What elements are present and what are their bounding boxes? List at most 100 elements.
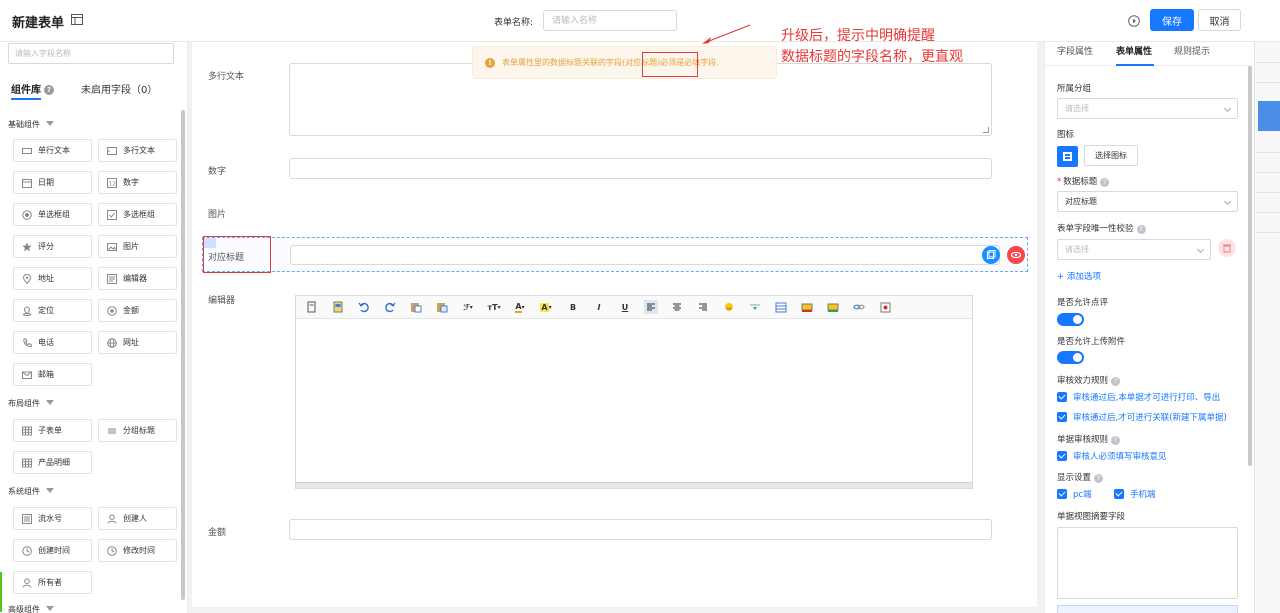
checkbox-checked-icon[interactable]	[1114, 489, 1124, 499]
component-product-detail[interactable]: 产品明细	[13, 451, 92, 474]
save-button[interactable]: 保存	[1150, 9, 1194, 31]
underline-icon[interactable]: U	[618, 300, 632, 314]
component-owner[interactable]: 所有者	[13, 571, 92, 594]
group-basic-title[interactable]: 基础组件	[8, 119, 54, 130]
component-location[interactable]: 定位	[13, 299, 92, 322]
cancel-button[interactable]: 取消	[1198, 9, 1241, 31]
checkbox-checked-icon[interactable]	[1057, 451, 1067, 461]
annotation-line-1: 升级后，提示中明确提醒	[781, 28, 935, 44]
component-single-line-text[interactable]: 单行文本	[13, 139, 92, 162]
preview-play-icon[interactable]	[1128, 15, 1140, 27]
component-serial-number[interactable]: 流水号	[13, 507, 92, 530]
display-pc-option[interactable]: pc端	[1057, 488, 1092, 500]
audit-rule-label-text: 审核效力规则	[1057, 376, 1109, 386]
component-rating[interactable]: 评分	[13, 235, 92, 258]
group-layout-title[interactable]: 布局组件	[8, 398, 54, 409]
help-icon: ?	[1111, 436, 1121, 445]
number-icon: 12	[107, 177, 117, 188]
tab-component-library[interactable]: 组件库?	[11, 81, 54, 96]
component-checkbox-group[interactable]: 多选框组	[98, 203, 177, 226]
component-subform[interactable]: 子表单	[13, 419, 92, 442]
checkbox-checked-icon[interactable]	[1057, 489, 1067, 499]
choose-icon-button[interactable]: 选择图标	[1084, 145, 1138, 166]
field-search-input[interactable]	[8, 43, 174, 64]
component-creator[interactable]: 创建人	[98, 507, 177, 530]
copy-field-button[interactable]	[982, 246, 1000, 264]
link-icon[interactable]	[852, 300, 866, 314]
component-date[interactable]: 日期	[13, 171, 92, 194]
audit-rule-option-2[interactable]: 审核通过后,才可进行关联(新建下属单据)	[1057, 411, 1227, 423]
component-group-title[interactable]: 分组标题	[98, 419, 177, 442]
allow-comment-toggle[interactable]	[1057, 313, 1084, 326]
component-label: 邮箱	[38, 370, 54, 379]
unique-check-select[interactable]: 请选择	[1057, 239, 1211, 260]
component-modified-time[interactable]: 修改时间	[98, 539, 177, 562]
component-radio-group[interactable]: 单选框组	[13, 203, 92, 226]
field-label-number: 数字	[208, 167, 227, 177]
help-icon: ?	[1136, 225, 1146, 234]
component-email[interactable]: 邮箱	[13, 363, 92, 386]
number-input[interactable]	[289, 158, 992, 179]
component-number[interactable]: 12 数字	[98, 171, 177, 194]
italic-icon[interactable]: I	[592, 300, 606, 314]
hide-field-button[interactable]	[1007, 246, 1025, 264]
display-mobile-option[interactable]: 手机端	[1114, 488, 1156, 500]
undo-icon[interactable]	[357, 300, 371, 314]
allow-attachment-toggle[interactable]	[1057, 351, 1084, 364]
component-editor[interactable]: 编辑器	[98, 267, 177, 290]
align-center-icon[interactable]	[670, 300, 684, 314]
paste-text-icon[interactable]	[435, 300, 449, 314]
component-address[interactable]: 地址	[13, 267, 92, 290]
component-phone[interactable]: 电话	[13, 331, 92, 354]
selected-field-input[interactable]	[290, 245, 1000, 265]
document-icon[interactable]	[331, 300, 345, 314]
resize-grip-icon[interactable]	[983, 127, 989, 133]
component-url[interactable]: 网址	[98, 331, 177, 354]
group-select[interactable]: 请选择	[1057, 98, 1238, 119]
left-panel-scrollbar[interactable]	[181, 110, 185, 600]
rich-text-editor[interactable]: ℱ ▾ тT ▾ A ▾ A ▾ B I U	[295, 295, 973, 489]
data-title-select[interactable]: 对应标题	[1057, 191, 1238, 212]
bold-icon[interactable]: B	[566, 300, 580, 314]
font-size-icon[interactable]: тT ▾	[487, 300, 501, 314]
layout-icon[interactable]	[71, 14, 83, 25]
add-option-link[interactable]: + 添加选项	[1057, 270, 1101, 282]
doc-audit-label: 单据审核规则?	[1057, 433, 1121, 445]
tab-rule-hints[interactable]: 规则提示	[1174, 44, 1210, 57]
insert-column-icon[interactable]	[826, 300, 840, 314]
fullscreen-icon[interactable]	[878, 300, 892, 314]
redo-icon[interactable]	[383, 300, 397, 314]
highlight-color-icon[interactable]: A ▾	[539, 300, 553, 314]
source-icon[interactable]	[305, 300, 319, 314]
editor-statusbar	[296, 482, 972, 488]
component-image[interactable]: 图片	[98, 235, 177, 258]
tab-unused-fields[interactable]: 未启用字段（0）	[81, 81, 157, 96]
properties-scrollbar[interactable]	[1248, 66, 1252, 466]
group-system-title[interactable]: 系统组件	[8, 486, 54, 497]
checkbox-checked-icon[interactable]	[1057, 392, 1067, 402]
amount-input[interactable]	[289, 519, 992, 540]
star-icon	[22, 242, 32, 251]
delete-option-button[interactable]	[1218, 239, 1236, 257]
align-right-icon[interactable]	[696, 300, 710, 314]
table-insert-icon[interactable]	[774, 300, 788, 314]
form-icon	[1063, 152, 1072, 161]
component-multi-line-text[interactable]: 多行文本	[98, 139, 177, 162]
component-amount[interactable]: 金额	[98, 299, 177, 322]
audit-rule-option-1[interactable]: 审核通过后,本单据才可进行打印、导出	[1057, 391, 1220, 403]
tab-field-properties[interactable]: 字段属性	[1057, 44, 1093, 57]
component-created-time[interactable]: 创建时间	[13, 539, 92, 562]
align-left-icon[interactable]	[644, 300, 658, 314]
font-family-icon[interactable]: ℱ ▾	[461, 300, 475, 314]
insert-row-icon[interactable]	[800, 300, 814, 314]
font-color-icon[interactable]: A ▾	[513, 300, 527, 314]
horizontal-rule-icon[interactable]	[748, 300, 762, 314]
form-name-input[interactable]	[543, 10, 677, 31]
checkbox-checked-icon[interactable]	[1057, 412, 1067, 422]
emoji-icon[interactable]	[722, 300, 736, 314]
summary-fields-box[interactable]	[1057, 527, 1238, 599]
paste-icon[interactable]	[409, 300, 423, 314]
doc-audit-option-1[interactable]: 审核人必须填写审核意见	[1057, 450, 1167, 462]
tab-form-properties[interactable]: 表单属性	[1116, 44, 1152, 57]
group-advanced-title[interactable]: 高级组件	[8, 604, 54, 613]
